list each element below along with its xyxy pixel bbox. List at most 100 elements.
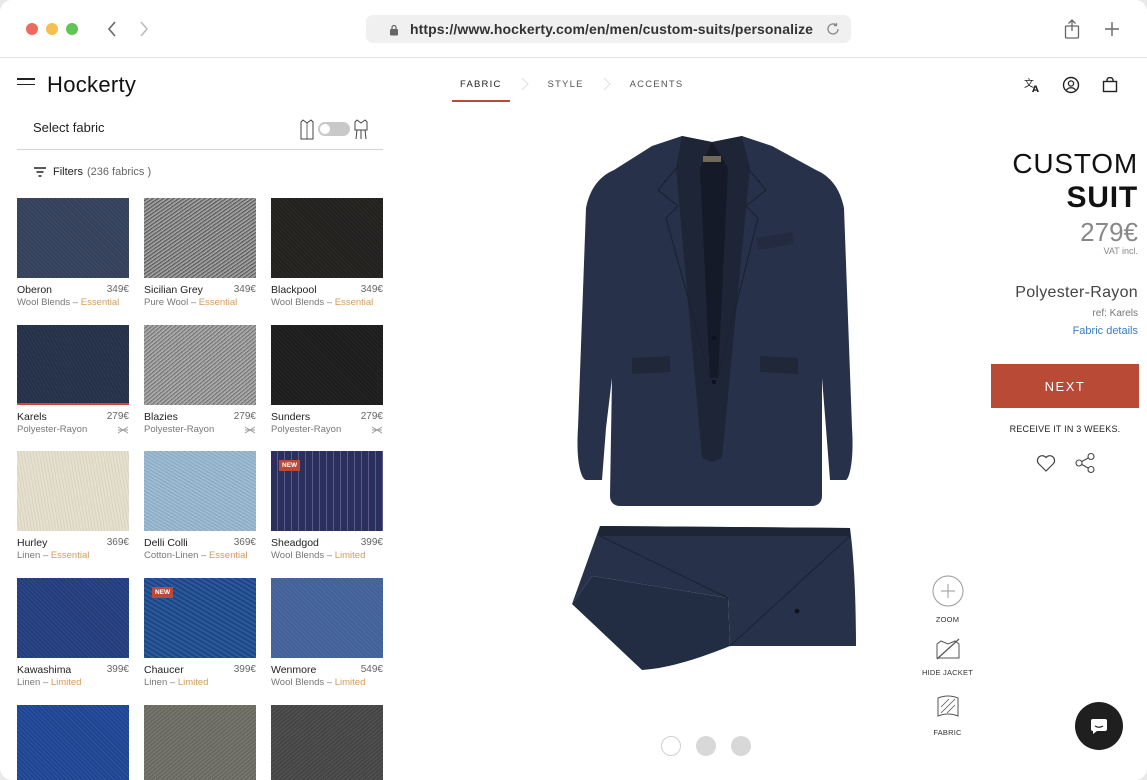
- fabric-card[interactable]: [271, 705, 383, 780]
- fabric-name: Delli Colli: [144, 537, 188, 549]
- fabric-material: Wool Blends: [17, 297, 71, 308]
- fabric-swatch[interactable]: NEW: [144, 578, 256, 658]
- new-tab-icon[interactable]: [1099, 16, 1125, 42]
- fabric-name: Sheadgod: [271, 537, 319, 549]
- full-suit-view-icon: [354, 119, 368, 140]
- fabric-swatch[interactable]: [17, 578, 129, 658]
- step-accents[interactable]: ACCENTS: [622, 76, 692, 102]
- site-logo[interactable]: Hockerty: [47, 72, 136, 98]
- configurator-steps: FABRIC STYLE ACCENTS: [452, 76, 691, 102]
- fabric-name: Sicilian Grey: [144, 284, 203, 296]
- carousel-dot-2[interactable]: [696, 736, 716, 756]
- menu-icon[interactable]: [17, 78, 35, 90]
- fabric-card-wenmore[interactable]: Wenmore 549€ Wool Blends – Limited: [271, 578, 383, 688]
- fabric-card-chaucer[interactable]: NEW Chaucer 399€ Linen – Limited: [144, 578, 256, 688]
- fabric-tag: Essential: [208, 550, 248, 561]
- chevron-right-icon: [598, 76, 616, 92]
- fabric-swatch[interactable]: [144, 451, 256, 531]
- fabric-grid: Oberon 349€ Wool Blends – Essential Sicil…: [17, 198, 383, 780]
- fabric-swatch[interactable]: NEW: [271, 451, 383, 531]
- fabric-tag: Limited: [177, 677, 209, 688]
- back-arrow-icon[interactable]: [100, 16, 124, 42]
- product-price: 279€: [1080, 217, 1138, 247]
- fabric-card-sunders[interactable]: Sunders 279€ Polyester-Rayon: [271, 325, 383, 435]
- fabric-swatch[interactable]: [144, 705, 256, 780]
- fabric-swatch[interactable]: [144, 198, 256, 278]
- svg-text:A: A: [1032, 85, 1039, 93]
- fabric-price: 349€: [233, 284, 256, 295]
- view-toggle-switch[interactable]: [318, 122, 350, 136]
- maximize-window-button[interactable]: [66, 23, 78, 35]
- filters-count: (236 fabrics ): [86, 166, 152, 178]
- fabric-card[interactable]: [144, 705, 256, 780]
- fabric-swatch-selected[interactable]: [17, 325, 129, 405]
- filters-label: Filters: [53, 166, 83, 178]
- zoom-button[interactable]: ZOOM: [920, 575, 975, 624]
- fabric-info-icon: [371, 426, 383, 433]
- filters-button[interactable]: Filters (236 fabrics ): [33, 166, 151, 178]
- fabric-card-sheadgod[interactable]: NEW Sheadgod 399€ Wool Blends – Limited: [271, 451, 383, 561]
- fabric-view-button[interactable]: FABRIC: [920, 692, 975, 737]
- fabric-material: Cotton-Linen: [144, 550, 199, 561]
- fabric-tag: Limited: [334, 550, 366, 561]
- product-title-line2: SUIT: [1066, 181, 1138, 214]
- browser-window: https://www.hockerty.com/en/men/custom-s…: [0, 0, 1147, 780]
- fabric-material: Linen: [144, 677, 168, 688]
- chat-button[interactable]: [1075, 702, 1123, 750]
- forward-arrow-icon[interactable]: [132, 16, 156, 42]
- carousel-dot-3[interactable]: [731, 736, 751, 756]
- fabric-info-icon: [117, 426, 129, 433]
- chat-icon: [1091, 719, 1107, 734]
- hide-jacket-label: HIDE JACKET: [922, 668, 973, 677]
- fabric-tag: Essential: [198, 297, 238, 308]
- share-icon[interactable]: [1059, 16, 1085, 42]
- fabric-swatch[interactable]: [271, 578, 383, 658]
- divider: [17, 149, 383, 150]
- fabric-label: FABRIC: [933, 728, 962, 737]
- fabric-tag: Limited: [334, 677, 366, 688]
- select-fabric-heading: Select fabric: [33, 120, 105, 135]
- fabric-material: Polyester-Rayon: [271, 424, 342, 435]
- carousel-dot-1[interactable]: [661, 736, 681, 756]
- step-style[interactable]: STYLE: [540, 76, 592, 102]
- shopping-bag-icon[interactable]: [1099, 74, 1121, 96]
- fabric-details-link[interactable]: Fabric details: [988, 325, 1138, 337]
- account-icon[interactable]: [1060, 74, 1082, 96]
- zoom-icon: [932, 575, 963, 607]
- heart-icon[interactable]: [1035, 452, 1057, 474]
- fabric-swatch[interactable]: [271, 705, 383, 780]
- fabric-card-delli-colli[interactable]: Delli Colli 369€ Cotton-Linen – Essential: [144, 451, 256, 561]
- jacket-view-icon: [300, 119, 314, 140]
- minimize-window-button[interactable]: [46, 23, 58, 35]
- fabric-card-karels[interactable]: Karels 279€ Polyester-Rayon: [17, 325, 129, 435]
- fabric-texture-icon: [937, 695, 958, 717]
- fabric-card[interactable]: [17, 705, 129, 780]
- view-toggle[interactable]: [298, 117, 370, 141]
- fabric-card-kawashima[interactable]: Kawashima 399€ Linen – Limited: [17, 578, 129, 688]
- next-button[interactable]: NEXT: [991, 364, 1139, 408]
- fabric-price: 369€: [233, 537, 256, 548]
- fabric-swatch[interactable]: [271, 325, 383, 405]
- fabric-material: Pure Wool: [144, 297, 189, 308]
- product-title-line1: CUSTOM: [1012, 148, 1138, 179]
- fabric-card-sicilian-grey[interactable]: Sicilian Grey 349€ Pure Wool – Essential: [144, 198, 256, 308]
- new-badge: NEW: [152, 587, 174, 598]
- address-bar[interactable]: https://www.hockerty.com/en/men/custom-s…: [366, 15, 851, 43]
- fabric-swatch[interactable]: [271, 198, 383, 278]
- fabric-card-blazies[interactable]: Blazies 279€ Polyester-Rayon: [144, 325, 256, 435]
- step-fabric[interactable]: FABRIC: [452, 76, 510, 102]
- close-window-button[interactable]: [26, 23, 38, 35]
- hide-jacket-button[interactable]: HIDE JACKET: [920, 638, 975, 677]
- fabric-card-oberon[interactable]: Oberon 349€ Wool Blends – Essential: [17, 198, 129, 308]
- reload-icon[interactable]: [825, 21, 841, 42]
- fabric-card-blackpool[interactable]: Blackpool 349€ Wool Blends – Essential: [271, 198, 383, 308]
- fabric-swatch[interactable]: [144, 325, 256, 405]
- fabric-card-hurley[interactable]: Hurley 369€ Linen – Essential: [17, 451, 129, 561]
- fabric-swatch[interactable]: [17, 451, 129, 531]
- fabric-material: Linen: [17, 677, 41, 688]
- translate-icon[interactable]: 文A: [1022, 74, 1044, 96]
- fabric-swatch[interactable]: [17, 198, 129, 278]
- fabric-swatch[interactable]: [17, 705, 129, 780]
- fabric-tag: Essential: [334, 297, 374, 308]
- share-icon[interactable]: [1074, 452, 1096, 474]
